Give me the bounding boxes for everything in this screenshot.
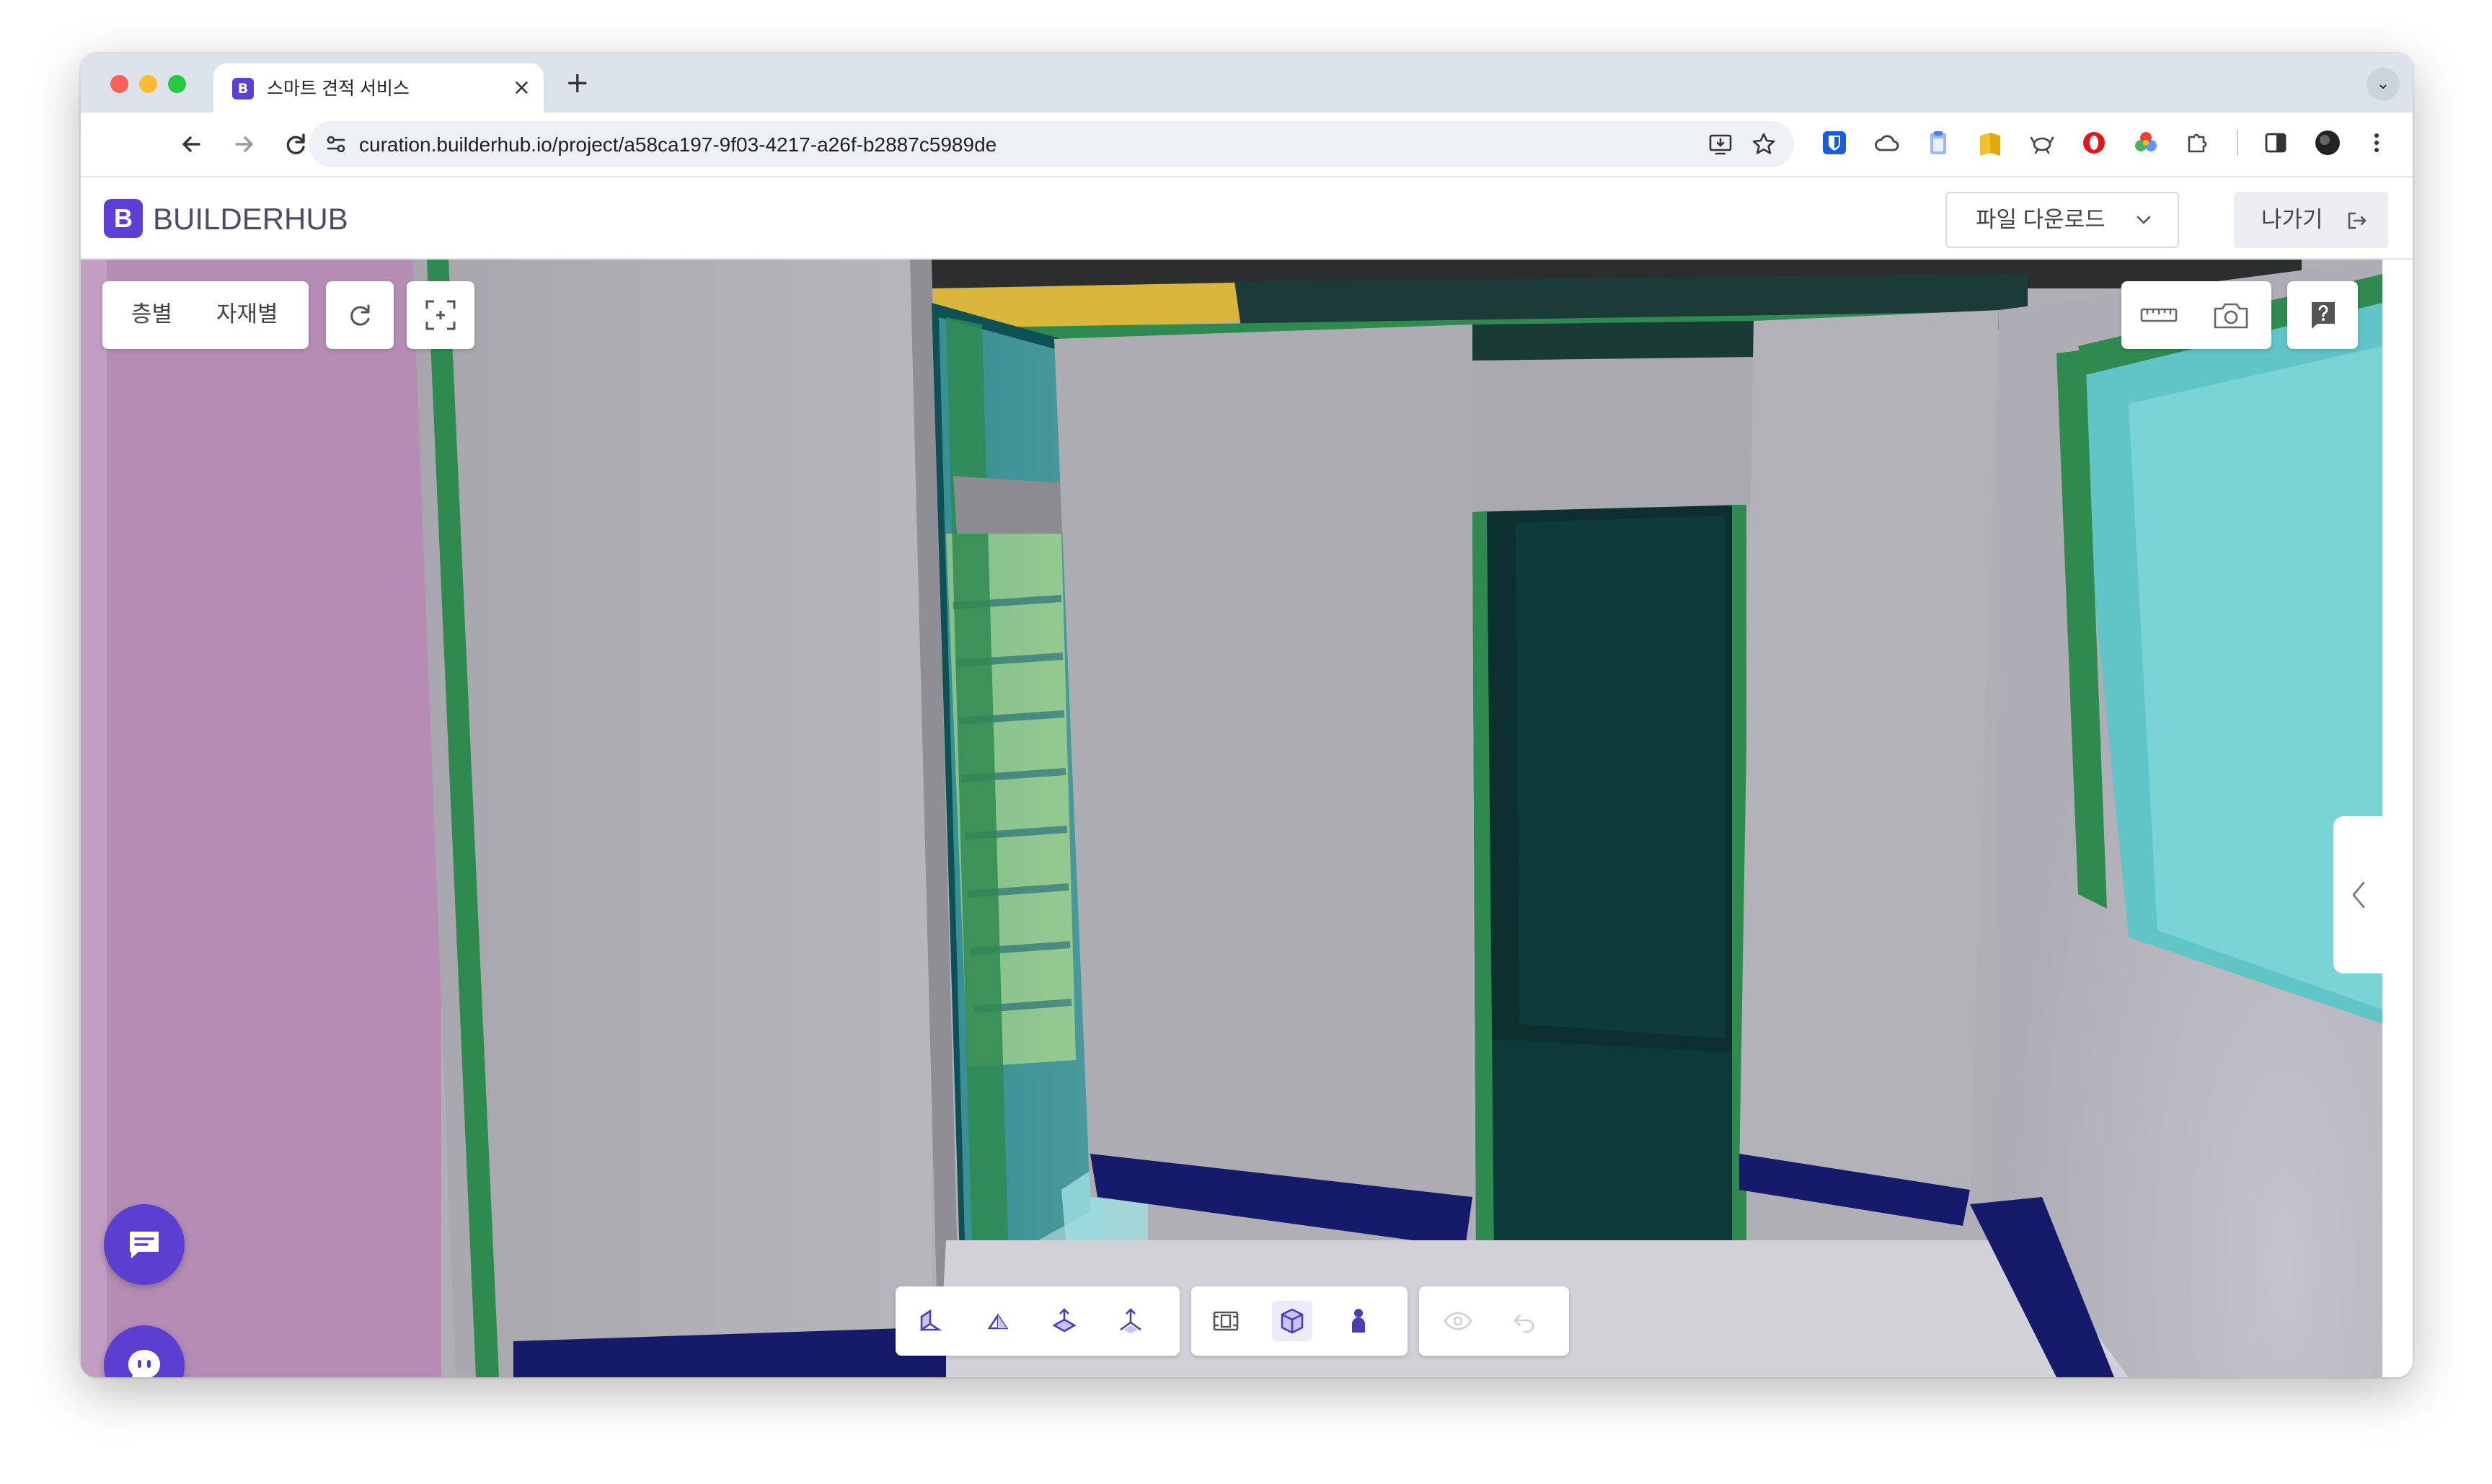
section-box-button[interactable]	[1206, 1301, 1246, 1341]
visibility-button[interactable]	[1438, 1301, 1478, 1341]
view-direction-group	[896, 1286, 1180, 1356]
browser-window: B 스마트 견적 서비스 × + ⌄ curation.builderhub.i…	[81, 53, 2413, 1377]
view-side-button[interactable]	[978, 1301, 1018, 1341]
ruler-icon[interactable]	[2139, 301, 2179, 330]
logo-text[interactable]: BUILDERHUB	[153, 202, 348, 237]
sidebar-icon[interactable]	[2261, 128, 2290, 157]
undo-icon	[1514, 1314, 1534, 1333]
view-front-button[interactable]	[910, 1301, 950, 1341]
refresh-button[interactable]	[326, 281, 394, 349]
color-wheel-icon[interactable]	[2131, 128, 2160, 157]
help-button[interactable]	[2287, 281, 2358, 349]
opera-icon[interactable]	[2080, 128, 2108, 157]
close-window-button[interactable]	[110, 75, 128, 93]
address-bar[interactable]: curation.builderhub.io/project/a58ca197-…	[309, 121, 1794, 167]
view-top-icon	[1052, 1308, 1077, 1333]
measure-capture-panel	[2121, 281, 2271, 349]
crab-icon[interactable]	[2028, 128, 2056, 157]
install-app-icon[interactable]	[1707, 131, 1733, 157]
visibility-group	[1419, 1286, 1569, 1356]
new-tab-button[interactable]: +	[565, 66, 590, 100]
bookmark-star-icon[interactable]	[1751, 131, 1777, 157]
section-box-icon	[1213, 1311, 1239, 1331]
puzzle-icon[interactable]	[2183, 128, 2212, 157]
tab-favicon-icon: B	[232, 78, 254, 100]
chat-button[interactable]	[104, 1204, 185, 1285]
toolbar-divider	[2237, 130, 2238, 156]
site-settings-icon[interactable]	[323, 131, 349, 157]
fit-view-icon	[425, 300, 456, 330]
bim-3d-viewport[interactable]: 층별 자재별	[81, 260, 2382, 1377]
view-front-icon	[920, 1309, 942, 1332]
tab-close-icon[interactable]: ×	[513, 75, 531, 101]
exit-button[interactable]: 나가기	[2234, 192, 2388, 248]
browser-tab[interactable]: B 스마트 견적 서비스 ×	[213, 63, 544, 112]
view-iso-icon	[1120, 1308, 1141, 1333]
chatbot-icon	[128, 1350, 160, 1377]
back-arrow-icon[interactable]	[173, 125, 211, 163]
tab-search-button[interactable]: ⌄	[2367, 68, 2400, 101]
minimize-window-button[interactable]	[139, 75, 157, 93]
chevron-down-icon	[2137, 216, 2151, 224]
fit-view-button[interactable]	[407, 281, 474, 349]
zoom-window-button[interactable]	[168, 75, 186, 93]
tab-by-material[interactable]: 자재별	[216, 300, 278, 329]
bim-model-render	[81, 260, 2382, 1377]
logout-icon	[2348, 212, 2367, 229]
view-iso-button[interactable]	[1110, 1301, 1151, 1341]
walk-mode-button[interactable]	[1338, 1301, 1379, 1341]
app-header: B BUILDERHUB 파일 다운로드 나가기	[81, 177, 2413, 260]
view-mode-group	[1191, 1286, 1408, 1356]
browser-toolbar: curation.builderhub.io/project/a58ca197-…	[81, 112, 2413, 177]
folder-icon[interactable]	[1976, 128, 2005, 157]
bitwarden-icon[interactable]	[1820, 128, 1849, 157]
person-walk-icon	[1352, 1309, 1365, 1333]
exit-label: 나가기	[2261, 207, 2323, 232]
view-top-button[interactable]	[1044, 1301, 1084, 1341]
cube-view-button[interactable]	[1272, 1301, 1312, 1341]
file-download-label: 파일 다운로드	[1976, 207, 2106, 232]
eye-icon	[1444, 1312, 1472, 1330]
filter-tabs: 층별 자재별	[102, 281, 309, 349]
refresh-icon	[350, 304, 370, 326]
forward-arrow-icon[interactable]	[225, 125, 262, 163]
help-icon	[2312, 302, 2335, 329]
builderhub-logo-icon[interactable]: B	[104, 199, 143, 238]
tab-title: 스마트 견적 서비스	[267, 79, 410, 99]
camera-icon[interactable]	[2211, 299, 2251, 332]
tab-bar: B 스마트 견적 서비스 × + ⌄	[81, 53, 2413, 112]
cloud-icon[interactable]	[1872, 128, 1901, 157]
browser-menu-icon[interactable]	[2362, 128, 2391, 157]
side-panel-toggle[interactable]	[2333, 816, 2382, 973]
view-side-icon	[987, 1313, 1009, 1330]
tab-by-floor[interactable]: 층별	[131, 300, 172, 329]
chat-bubble-icon	[130, 1232, 159, 1258]
file-download-button[interactable]: 파일 다운로드	[1945, 192, 2179, 248]
chevron-left-icon	[2352, 881, 2365, 909]
clipboard-icon[interactable]	[1924, 128, 1953, 157]
profile-avatar[interactable]	[2313, 128, 2342, 157]
undo-button[interactable]	[1504, 1301, 1545, 1341]
url-text[interactable]: curation.builderhub.io/project/a58ca197-…	[359, 133, 997, 157]
cube-icon	[1281, 1308, 1304, 1334]
